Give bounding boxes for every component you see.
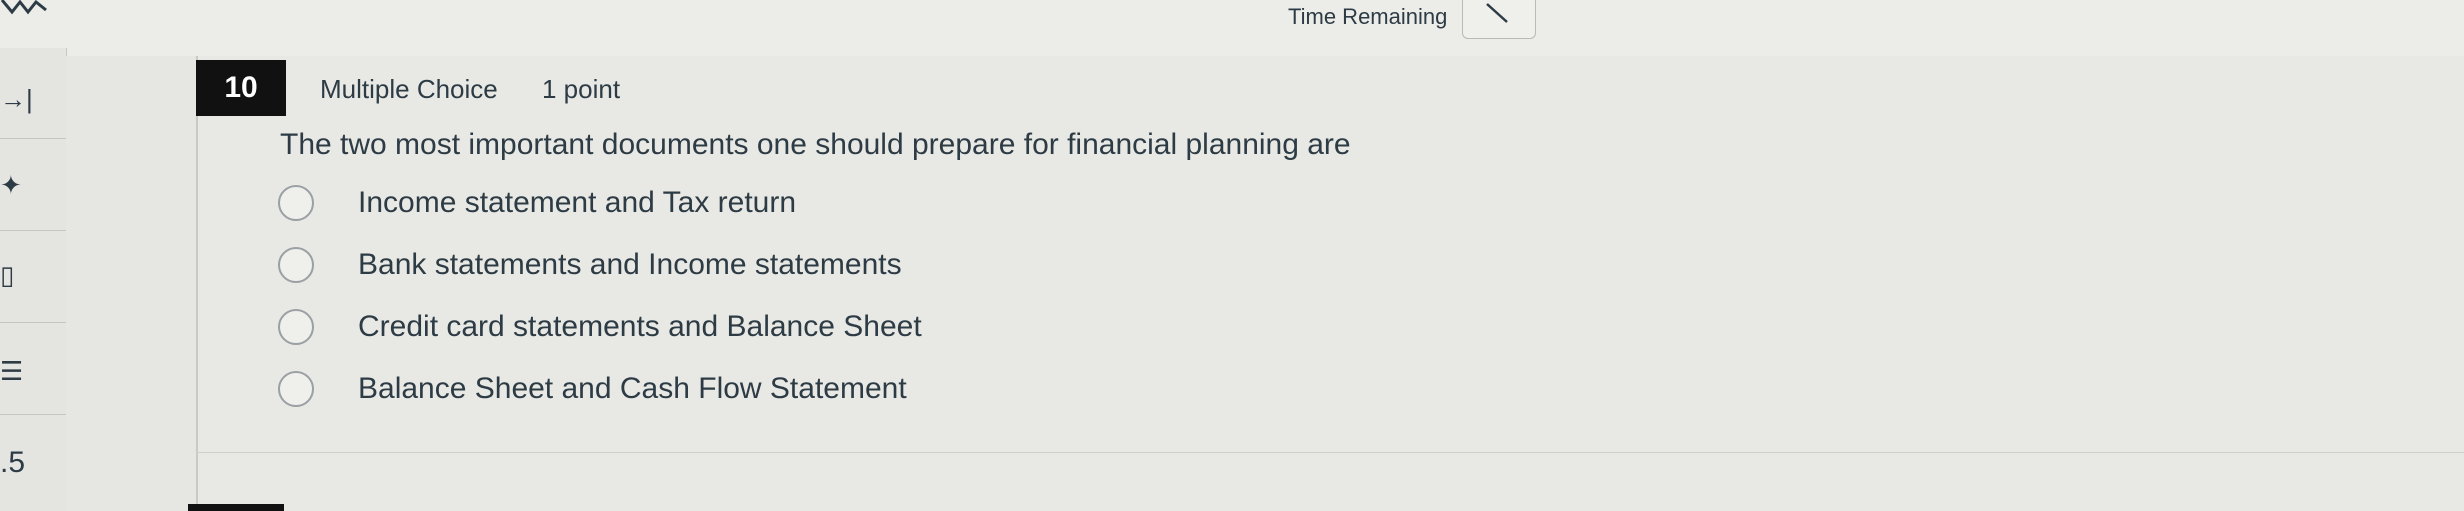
question-number-fragment[interactable]: .5	[0, 446, 25, 480]
sidebar-item-pin[interactable]: ✦	[0, 140, 66, 231]
answer-option-label: Balance Sheet and Cash Flow Statement	[358, 372, 907, 405]
question-sidebar: →| ✦ ▯ ☰	[0, 48, 67, 511]
list-icon: ☰	[0, 356, 24, 386]
answer-option-label: Income statement and Tax return	[358, 186, 797, 219]
time-remaining-label: Time Remaining	[1288, 4, 1448, 29]
left-gutter	[66, 56, 196, 511]
answer-option-2[interactable]: Bank statements and Income statements	[278, 242, 902, 288]
radio-button[interactable]	[278, 247, 314, 283]
top-bar: Time Remaining	[0, 0, 2464, 57]
bookmark-icon: ▯	[0, 260, 15, 290]
radio-button[interactable]	[278, 185, 314, 221]
pin-icon: ✦	[0, 170, 22, 200]
sidebar-item-bookmark[interactable]: ▯	[0, 232, 66, 323]
chevron-icon	[1486, 3, 1508, 23]
time-toggle-button[interactable]	[1462, 0, 1536, 39]
next-question-badge[interactable]	[188, 504, 284, 511]
answer-option-label: Bank statements and Income statements	[358, 248, 902, 281]
answer-option-3[interactable]: Credit card statements and Balance Sheet	[278, 304, 922, 350]
question-type: Multiple Choice	[320, 74, 498, 104]
sidebar-item-collapse[interactable]: →|	[0, 48, 66, 139]
logo-fragment	[0, 0, 50, 18]
radio-button[interactable]	[278, 371, 314, 407]
question-number-badge: 10	[196, 60, 286, 116]
question-text: The two most important documents one sho…	[280, 128, 1351, 161]
sidebar-item-list[interactable]: ☰	[0, 324, 66, 415]
answer-option-label: Credit card statements and Balance Sheet	[358, 310, 922, 343]
collapse-arrow-icon: →|	[0, 84, 33, 114]
question-divider	[196, 452, 2464, 453]
radio-button[interactable]	[278, 309, 314, 345]
question-points: 1 point	[542, 74, 621, 104]
answer-option-1[interactable]: Income statement and Tax return	[278, 180, 796, 226]
answer-option-4[interactable]: Balance Sheet and Cash Flow Statement	[278, 366, 907, 412]
